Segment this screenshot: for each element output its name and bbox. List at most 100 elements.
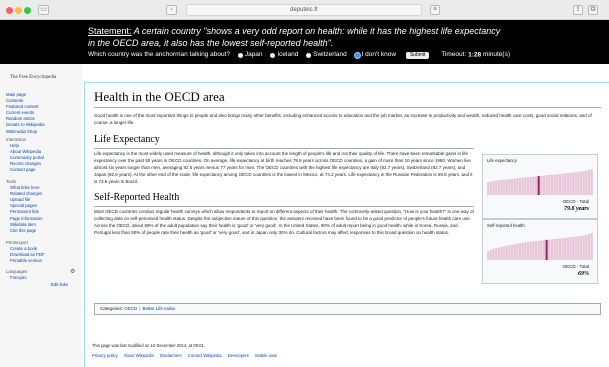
category-link-better-life[interactable]: Better Life Index: [142, 306, 175, 311]
chart-bar: [572, 172, 575, 195]
radio-iceland[interactable]: [270, 52, 276, 58]
chart-bar: [524, 177, 527, 195]
sidebar-item-francais[interactable]: Français: [6, 275, 27, 281]
statement-banner: Statement: A certain country "shows a ve…: [0, 20, 609, 64]
chart-bar: [537, 240, 540, 260]
chart-bar: [511, 244, 514, 260]
footer-link-contact[interactable]: Contact Wikipedia: [188, 353, 222, 358]
sidebar-item-permanent[interactable]: Permanent link: [6, 209, 43, 215]
chart-bar: [542, 240, 546, 260]
chart-bar: [582, 171, 585, 195]
self-reported-chart: [487, 233, 593, 260]
sidebar-languages: Languages Français: [6, 269, 27, 281]
sidebar-toggle-icon[interactable]: ▭: [38, 5, 49, 15]
sidebar-item-page-info[interactable]: Page information: [6, 216, 43, 222]
option-iceland-label[interactable]: Iceland: [277, 51, 298, 59]
page-title: Health in the OECD area: [94, 89, 225, 104]
sidebar-item-donate[interactable]: Donate to Wikipedia: [6, 122, 44, 128]
sidebar-item-cite[interactable]: Cite this page: [6, 228, 43, 234]
chart-caption: Life expectancy: [487, 158, 517, 163]
self-reported-paragraph: Most OECD countries conduct regular heal…: [94, 209, 474, 235]
chart-bar: [497, 180, 501, 195]
chart-bar: [534, 176, 538, 195]
chart-bar: [585, 234, 588, 260]
back-button[interactable]: ‹: [166, 5, 177, 15]
chart-bar: [508, 179, 511, 195]
statement-text: A certain country "shows a very odd repo…: [88, 26, 501, 48]
submit-button[interactable]: Submit: [405, 51, 430, 59]
share-icon[interactable]: ⇪: [573, 5, 583, 15]
zoom-window-button[interactable]: [24, 7, 31, 14]
radio-japan[interactable]: [237, 52, 243, 58]
intro-paragraph: Good health is one of the most important…: [94, 113, 592, 125]
wiki-logo[interactable]: The Free Encyclopedia: [10, 75, 56, 80]
chart-bar: [579, 171, 583, 195]
footer-links: Privacy policy About Wikipedia Disclaime…: [92, 353, 282, 358]
chart-bar: [540, 240, 543, 260]
chart-bar: [529, 241, 532, 260]
sidebar-item-shop[interactable]: Wikimedia Shop: [6, 129, 44, 135]
chart-bar: [519, 243, 522, 260]
chart-bar: [558, 174, 561, 195]
sidebar-interaction: Interaction Help About Wikipedia Communi…: [6, 137, 44, 174]
chart-bar: [558, 238, 561, 260]
chart-bar: [500, 246, 503, 260]
footer-link-mobile[interactable]: Mobile view: [255, 353, 277, 358]
chart-bar: [542, 175, 546, 195]
chart-total-value: 79.8 years: [564, 206, 589, 212]
chart-bar: [566, 173, 569, 195]
option-japan-label[interactable]: Japan: [245, 51, 263, 59]
chart-bar: [582, 235, 585, 260]
chart-bar: [508, 245, 511, 260]
question-row: Which country was the anchorman talking …: [88, 51, 510, 60]
category-link-oecd[interactable]: OECD: [124, 306, 137, 311]
footer-link-about[interactable]: About Wikipedia: [124, 353, 154, 358]
chart-bar: [590, 233, 593, 260]
edit-links[interactable]: Edit links: [51, 282, 68, 287]
chart-bar: [566, 237, 569, 260]
gear-icon[interactable]: ⚙: [70, 268, 75, 275]
chart-bar: [548, 239, 551, 260]
chart-bar: [587, 169, 591, 195]
chart-bar: [553, 239, 556, 260]
sidebar-nav: Main page Contents Featured content Curr…: [6, 92, 44, 135]
radio-dont-know[interactable]: [354, 52, 360, 58]
footer-link-privacy[interactable]: Privacy policy: [92, 353, 118, 358]
chart-bar: [585, 170, 588, 195]
option-switzerland-label[interactable]: Switzerland: [313, 51, 347, 59]
highlight-bar: [545, 239, 548, 260]
chart-bar: [505, 245, 508, 260]
chart-caption: Self-reported health: [487, 223, 525, 228]
chart-bar: [556, 174, 559, 195]
chart-bar: [516, 243, 519, 260]
chart-bar: [534, 241, 538, 260]
chart-bar: [574, 236, 577, 260]
sidebar-item-printable[interactable]: Printable version: [6, 258, 45, 264]
sidebar-item-contact[interactable]: Contact page: [6, 167, 44, 173]
chart-bar: [521, 177, 524, 195]
statement-label: Statement:: [88, 26, 132, 36]
chart-total-label: OECD - Total: [562, 199, 589, 204]
address-bar[interactable]: deputeic.fr: [186, 4, 422, 16]
option-dont-know-label[interactable]: I don't know: [362, 51, 396, 59]
timeout-value: 1:28: [468, 51, 482, 59]
footer-link-disclaimers[interactable]: Disclaimers: [160, 353, 182, 358]
close-window-button[interactable]: [6, 7, 13, 14]
chart-bar: [550, 239, 554, 260]
radio-switzerland[interactable]: [306, 52, 312, 58]
timeout-label: Timeout:: [441, 51, 467, 58]
title-divider: [94, 107, 601, 108]
browser-toolbar: ▭ ‹ deputeic.fr ≡ ⇪ ⧉: [0, 0, 609, 20]
footer-link-developers[interactable]: Developers: [228, 353, 249, 358]
chart-bar: [532, 241, 535, 260]
chart-bar: [519, 177, 522, 195]
chart-bar: [532, 176, 535, 195]
article-content: Health in the OECD area Good health is o…: [84, 82, 609, 367]
section-divider: [94, 148, 474, 149]
tabs-icon[interactable]: ⧉: [588, 5, 598, 15]
chart-bar: [577, 171, 580, 195]
minimize-window-button[interactable]: [15, 7, 22, 14]
self-reported-chart-box: Self-reported health OECD - Total 69%: [482, 219, 598, 284]
chart-bar: [524, 242, 527, 260]
reader-icon[interactable]: ≡: [430, 5, 440, 15]
